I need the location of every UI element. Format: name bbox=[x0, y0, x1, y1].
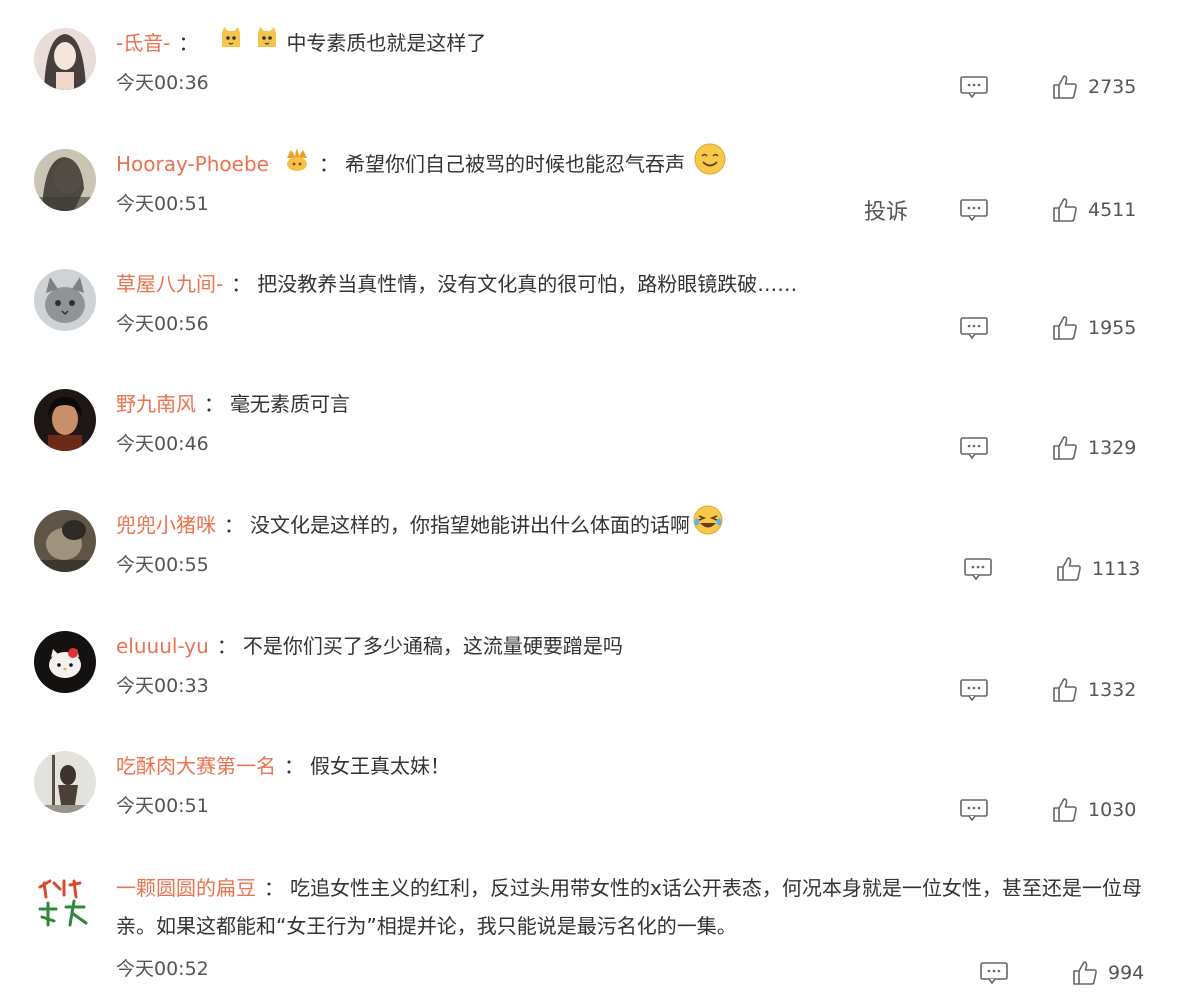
comment-icon[interactable] bbox=[960, 437, 988, 459]
thumbs-up-icon[interactable] bbox=[1052, 677, 1078, 703]
comment-icon[interactable] bbox=[964, 558, 992, 580]
like-count: 4511 bbox=[1088, 199, 1137, 221]
comment-line: 野九南风 ： 毫无素质可言 bbox=[116, 387, 350, 421]
timestamp: 今天00:46 bbox=[116, 433, 209, 455]
username[interactable]: 一颗圆圆的扁豆 bbox=[116, 876, 256, 900]
comment-icon[interactable] bbox=[980, 962, 1008, 984]
colon: ： bbox=[204, 392, 224, 416]
timestamp: 今天00:51 bbox=[116, 795, 209, 817]
crown-badge-icon bbox=[283, 146, 311, 182]
colon: ： bbox=[231, 272, 252, 296]
comment-line: 一颗圆圆的扁豆：吃追女性主义的红利，反过头用带女性的x话公开表态，何况本身就是一… bbox=[116, 869, 1156, 945]
username[interactable]: 吃酥肉大赛第一名 bbox=[116, 749, 276, 783]
colon: ： bbox=[264, 876, 284, 900]
comment-actions: 1030 bbox=[960, 793, 1138, 827]
colon: ： bbox=[216, 634, 237, 658]
like-count: 1329 bbox=[1088, 437, 1137, 459]
timestamp: 今天00:51 bbox=[116, 193, 209, 215]
timestamp: 今天00:36 bbox=[116, 72, 209, 94]
comment-text: 假女王真太妹！ bbox=[310, 754, 450, 778]
colon: ： bbox=[284, 754, 304, 778]
avatar[interactable] bbox=[34, 631, 96, 693]
comment-line: 草屋八九间- ： 把没教养当真性情，没有文化真的很可怕，路粉眼镜跌破…… bbox=[116, 267, 797, 301]
comment-text: 没文化是这样的，你指望她能讲出什么体面的话啊 bbox=[250, 513, 690, 537]
thumbs-up-icon[interactable] bbox=[1052, 435, 1078, 461]
avatar[interactable] bbox=[34, 149, 96, 211]
like-count: 1955 bbox=[1088, 317, 1137, 339]
timestamp: 今天00:52 bbox=[116, 958, 209, 980]
username[interactable]: -氐音- bbox=[116, 26, 170, 60]
comment-actions: 1955 bbox=[960, 311, 1138, 345]
comment-icon[interactable] bbox=[960, 76, 988, 98]
like-count: 2735 bbox=[1088, 76, 1137, 98]
comment-line: 吃酥肉大赛第一名 ： 假女王真太妹！ bbox=[116, 749, 450, 783]
username[interactable]: eluuul-yu bbox=[116, 629, 209, 663]
cat-emoji-icon bbox=[218, 25, 244, 61]
cat-emoji-icon bbox=[254, 25, 280, 61]
comment-line: Hooray-Phoebe ： 希望你们自己被骂的时候也能忍气吞声 bbox=[116, 143, 727, 182]
colon: ： bbox=[178, 31, 199, 55]
comment-icon[interactable] bbox=[960, 199, 988, 221]
thumbs-up-icon[interactable] bbox=[1052, 74, 1078, 100]
comment-line: -氐音- ： 中专素质也就是这样了 bbox=[116, 26, 486, 60]
avatar[interactable] bbox=[34, 389, 96, 451]
timestamp: 今天00:33 bbox=[116, 675, 209, 697]
like-count: 994 bbox=[1108, 962, 1145, 984]
thumbs-up-icon[interactable] bbox=[1052, 197, 1078, 223]
comment-line: eluuul-yu ： 不是你们买了多少通稿，这流量硬要蹭是吗 bbox=[116, 629, 623, 663]
comment-actions: 1332 bbox=[960, 673, 1138, 707]
thumbs-up-icon[interactable] bbox=[1052, 315, 1078, 341]
comment-text: 毫无素质可言 bbox=[230, 392, 350, 416]
username[interactable]: 野九南风 bbox=[116, 387, 196, 421]
comment-text: 不是你们买了多少通稿，这流量硬要蹭是吗 bbox=[242, 634, 623, 658]
avatar[interactable] bbox=[34, 269, 96, 331]
comment-icon[interactable] bbox=[960, 679, 988, 701]
comment-actions: 994 bbox=[980, 956, 1158, 990]
username[interactable]: 兜兜小猪咪 bbox=[116, 508, 216, 542]
comment-actions: 2735 bbox=[960, 70, 1138, 104]
username[interactable]: 草屋八九间- bbox=[116, 267, 223, 301]
avatar[interactable] bbox=[34, 28, 96, 90]
comment-line: 兜兜小猪咪 ： 没文化是这样的，你指望她能讲出什么体面的话啊 bbox=[116, 505, 724, 542]
avatar[interactable] bbox=[34, 751, 96, 813]
avatar[interactable] bbox=[34, 510, 96, 572]
thumbs-up-icon[interactable] bbox=[1052, 797, 1078, 823]
comment-actions: 1329 bbox=[960, 431, 1138, 465]
timestamp: 今天00:56 bbox=[116, 313, 209, 335]
username[interactable]: Hooray-Phoebe bbox=[116, 147, 269, 181]
like-count: 1030 bbox=[1088, 799, 1137, 821]
smile-emoji-icon bbox=[693, 142, 727, 186]
colon: ： bbox=[224, 513, 244, 537]
comment-text: 中专素质也就是这样了 bbox=[286, 31, 487, 55]
laughing-emoji-icon bbox=[692, 504, 724, 546]
thumbs-up-icon[interactable] bbox=[1072, 960, 1098, 986]
like-count: 1332 bbox=[1088, 679, 1137, 701]
comment-icon[interactable] bbox=[960, 799, 988, 821]
comment-text: 把没教养当真性情，没有文化真的很可怕，路粉眼镜跌破…… bbox=[257, 272, 798, 296]
comment-actions: 1113 bbox=[964, 552, 1142, 586]
like-count: 1113 bbox=[1092, 558, 1141, 580]
timestamp: 今天00:55 bbox=[116, 554, 209, 576]
report-button[interactable]: 投诉 bbox=[864, 194, 908, 226]
avatar[interactable] bbox=[34, 873, 96, 935]
colon: ： bbox=[318, 152, 339, 176]
comment-actions: 投诉 4511 bbox=[864, 193, 1138, 227]
thumbs-up-icon[interactable] bbox=[1056, 556, 1082, 582]
comment-icon[interactable] bbox=[960, 317, 988, 339]
comment-text: 希望你们自己被骂的时候也能忍气吞声 bbox=[344, 152, 685, 176]
